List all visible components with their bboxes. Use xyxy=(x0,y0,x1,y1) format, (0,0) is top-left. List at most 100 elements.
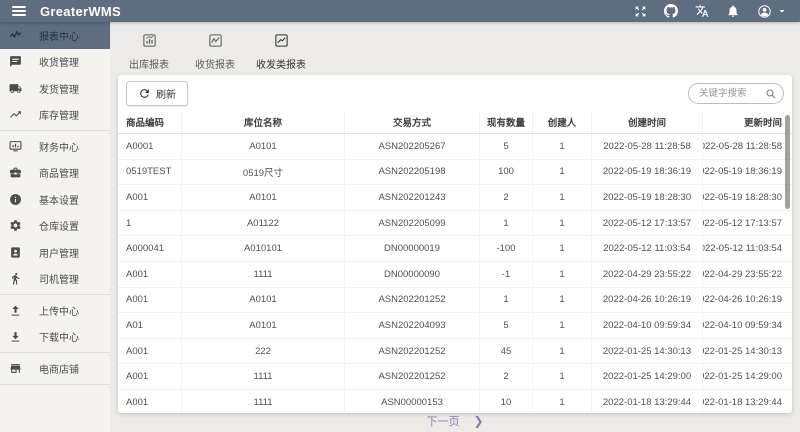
table-cell: 2022-01-18 13:29:44 xyxy=(703,390,792,413)
table-cell: 2022-01-18 13:29:44 xyxy=(592,390,703,413)
fullscreen-icon[interactable] xyxy=(634,5,647,18)
table-cell: A001 xyxy=(118,364,182,390)
search-icon[interactable] xyxy=(765,87,777,105)
table-cell: -100 xyxy=(480,236,533,262)
table-scrollbar-thumb[interactable] xyxy=(785,115,790,209)
table-cell: A0001 xyxy=(118,134,182,160)
table-cell: A0101 xyxy=(182,185,345,211)
column-header: 交易方式 xyxy=(345,111,480,134)
sidebar-item-label: 基本设置 xyxy=(39,192,79,207)
sidebar-item-label: 库存管理 xyxy=(39,107,79,122)
table-cell: A01 xyxy=(118,313,182,339)
account-icon[interactable] xyxy=(757,4,772,19)
sidebar-item-goods-mgmt[interactable]: 商品管理 xyxy=(0,160,110,187)
next-page-label: 下一页 xyxy=(426,413,459,429)
info-icon xyxy=(9,193,22,206)
sidebar-item-download-center[interactable]: 下载中心 xyxy=(0,324,110,351)
table-cell: 1 xyxy=(533,313,592,339)
table-cell: ASN202205099 xyxy=(345,211,480,237)
sidebar-divider xyxy=(0,384,110,385)
tab-stockflow-report[interactable]: 收发类报表 xyxy=(250,28,312,78)
refresh-label: 刷新 xyxy=(156,86,176,101)
column-header: 更新时间 xyxy=(703,111,792,134)
next-page-button[interactable]: 下一页 ❯ xyxy=(426,413,483,429)
table-row: A001A0101ASN202201252112022-04-26 10:26:… xyxy=(118,288,792,314)
table-cell: 1 xyxy=(533,134,592,160)
table-cell: 2022-01-25 14:29:00 xyxy=(703,364,792,390)
sidebar-item-label: 上传中心 xyxy=(39,303,79,318)
table-row: 0519TEST0519尺寸ASN20220519810012022-05-19… xyxy=(118,160,792,186)
table-cell: 2022-05-19 18:36:19 xyxy=(703,160,792,186)
sidebar-item-report-center[interactable]: 报表中心 xyxy=(0,22,110,49)
table-cell: 1 xyxy=(533,262,592,288)
table-row: A001A0101ASN202201243212022-05-19 18:28:… xyxy=(118,185,792,211)
notifications-icon[interactable] xyxy=(726,4,740,18)
table-cell: 45 xyxy=(480,339,533,365)
table-cell: 1111 xyxy=(182,364,345,390)
sidebar: 报表中心收货管理发货管理库存管理财务中心商品管理基本设置仓库设置用户管理司机管理… xyxy=(0,22,110,432)
sidebar-item-receive-mgmt[interactable]: 收货管理 xyxy=(0,49,110,76)
table-body: A0001A0101ASN202205267512022-05-28 11:28… xyxy=(118,134,792,413)
github-icon[interactable] xyxy=(664,4,678,18)
sidebar-item-user-mgmt[interactable]: 用户管理 xyxy=(0,239,110,266)
tab-label: 出库报表 xyxy=(129,56,169,71)
table-cell: 1 xyxy=(118,211,182,237)
main-content: 出库报表收货报表收发类报表 刷新 商品编码库位名称交易方式现有数量创建人创建时间… xyxy=(110,22,800,432)
table-cell: A001 xyxy=(118,288,182,314)
table-cell: A001 xyxy=(118,262,182,288)
sidebar-item-finance-center[interactable]: 财务中心 xyxy=(0,133,110,160)
table-cell: ASN202205267 xyxy=(345,134,480,160)
menu-toggle-icon[interactable] xyxy=(12,6,26,16)
tab-label: 收货报表 xyxy=(195,56,235,71)
chart-trend-icon xyxy=(274,33,289,56)
table-row: A0011111ASN000001531012022-01-18 13:29:4… xyxy=(118,390,792,413)
sidebar-item-label: 下载中心 xyxy=(39,329,79,344)
table-cell: 2022-04-26 10:26:19 xyxy=(703,288,792,314)
report-tabs: 出库报表 收货报表收发类报表 xyxy=(110,22,800,78)
sidebar-item-warehouse-settings[interactable]: 仓库设置 xyxy=(0,213,110,240)
badge-icon xyxy=(9,246,22,259)
table-row: A0011111DN00000090-112022-04-29 23:55:22… xyxy=(118,262,792,288)
caret-down-icon[interactable] xyxy=(776,5,788,17)
table-cell: 2022-05-19 18:28:30 xyxy=(592,185,703,211)
pagination: 下一页 ❯ xyxy=(110,413,800,429)
table-row: 1A01122ASN202205099112022-05-12 17:13:57… xyxy=(118,211,792,237)
table-cell: A001 xyxy=(118,339,182,365)
trend-icon xyxy=(9,108,22,121)
sidebar-divider xyxy=(0,294,110,295)
sidebar-item-label: 财务中心 xyxy=(39,139,79,154)
table-cell: A0101 xyxy=(182,134,345,160)
table-cell: 2 xyxy=(480,185,533,211)
download-icon xyxy=(9,330,22,343)
sidebar-item-upload-center[interactable]: 上传中心 xyxy=(0,297,110,324)
sidebar-item-label: 商品管理 xyxy=(39,165,79,180)
table-cell: 2022-05-28 11:28:58 xyxy=(703,134,792,160)
sidebar-item-label: 电商店铺 xyxy=(39,361,79,376)
table-cell: 2022-05-19 18:36:19 xyxy=(592,160,703,186)
sidebar-item-ship-mgmt[interactable]: 发货管理 xyxy=(0,75,110,102)
sidebar-item-driver-mgmt[interactable]: 司机管理 xyxy=(0,266,110,293)
sidebar-divider xyxy=(0,130,110,131)
table-cell: 0519尺寸 xyxy=(182,160,345,186)
refresh-button[interactable]: 刷新 xyxy=(126,81,188,106)
table-cell: 2022-04-10 09:59:34 xyxy=(703,313,792,339)
table-cell: ASN202201243 xyxy=(345,185,480,211)
sidebar-item-label: 用户管理 xyxy=(39,245,79,260)
table-cell: 5 xyxy=(480,134,533,160)
tab-receiving-report[interactable]: 收货报表 xyxy=(184,28,246,78)
sidebar-item-eshop[interactable]: 电商店铺 xyxy=(0,355,110,382)
translate-icon[interactable] xyxy=(695,4,709,18)
table-row: A0011111ASN202201252212022-01-25 14:29:0… xyxy=(118,364,792,390)
app-title: GreaterWMS xyxy=(40,4,121,19)
table-row: A01A0101ASN202204093512022-04-10 09:59:3… xyxy=(118,313,792,339)
table-cell: 2022-05-12 11:03:54 xyxy=(592,236,703,262)
topbar-icons xyxy=(634,4,788,19)
sidebar-item-base-settings[interactable]: 基本设置 xyxy=(0,186,110,213)
sidebar-item-label: 报表中心 xyxy=(39,28,79,43)
table-row: A000041A010101DN00000019-10012022-05-12 … xyxy=(118,236,792,262)
table-cell: ASN202201252 xyxy=(345,288,480,314)
sidebar-item-stock-mgmt[interactable]: 库存管理 xyxy=(0,102,110,129)
sidebar-item-label: 发货管理 xyxy=(39,81,79,96)
tab-outbound-report[interactable]: 出库报表 xyxy=(118,28,180,78)
table-cell: A010101 xyxy=(182,236,345,262)
